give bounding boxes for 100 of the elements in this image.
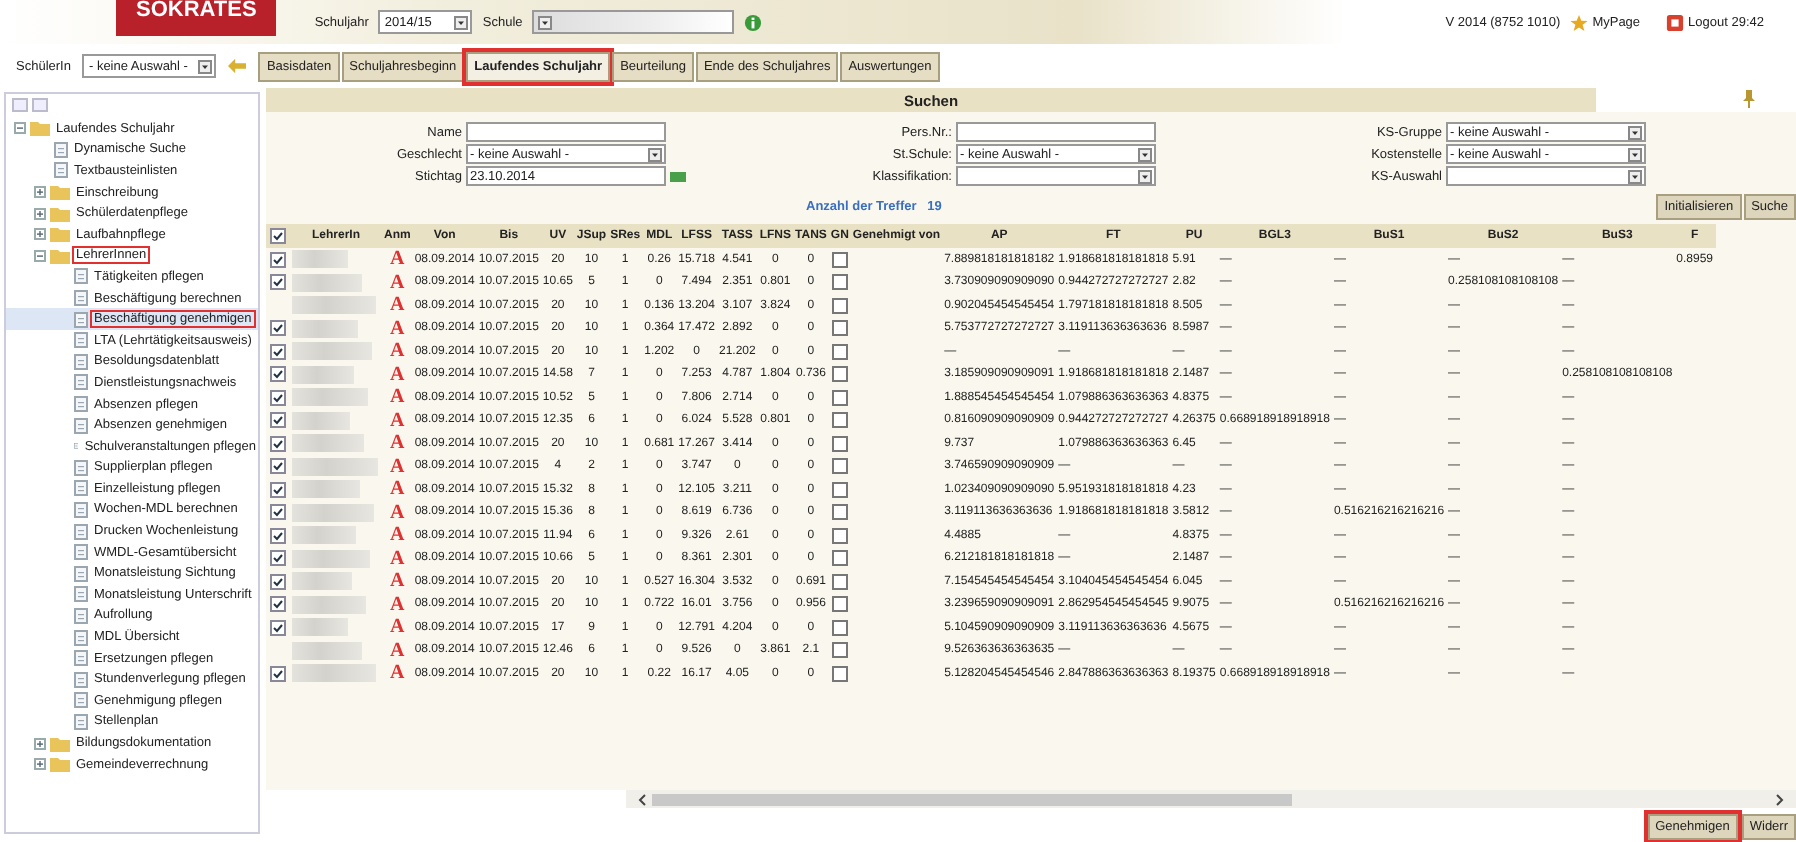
annotation-icon[interactable]: A (390, 317, 405, 340)
annotation-icon[interactable]: A (390, 455, 405, 478)
annotation-icon[interactable]: A (390, 248, 405, 271)
select-all-checkbox[interactable] (270, 228, 286, 244)
gn-checkbox[interactable] (831, 412, 848, 429)
blurred-name (292, 342, 372, 361)
chevron-down-icon[interactable] (1628, 169, 1642, 183)
gn-checkbox[interactable] (831, 527, 848, 544)
row-checkbox[interactable] (270, 435, 286, 452)
gn-checkbox[interactable] (831, 596, 848, 613)
document-icon (74, 353, 88, 370)
document-icon (74, 565, 88, 582)
row-checkbox[interactable] (270, 458, 286, 475)
info-icon[interactable] (744, 13, 763, 31)
expander-icon[interactable] (34, 249, 46, 262)
gn-checkbox[interactable] (831, 366, 848, 383)
input-field[interactable] (956, 122, 1156, 142)
expander-icon[interactable] (34, 186, 46, 199)
row-checkbox[interactable] (270, 389, 286, 406)
select-field[interactable] (956, 166, 1156, 186)
chevron-down-icon[interactable] (538, 15, 553, 29)
row-checkbox[interactable] (270, 665, 286, 682)
blurred-name (292, 595, 366, 614)
gn-checkbox[interactable] (831, 343, 848, 360)
annotation-icon[interactable]: A (390, 271, 405, 294)
gn-checkbox[interactable] (831, 665, 848, 682)
annotation-icon[interactable]: A (390, 363, 405, 386)
select-field[interactable] (1446, 166, 1646, 186)
annotation-icon[interactable]: A (390, 478, 405, 501)
row-checkbox[interactable] (270, 527, 286, 544)
annotation-icon[interactable]: A (390, 294, 405, 317)
row-checkbox[interactable] (270, 504, 286, 521)
annotation-icon[interactable]: A (390, 409, 405, 432)
annotation-icon[interactable]: A (390, 432, 405, 455)
scrollbar-thumb[interactable] (652, 793, 1292, 805)
document-icon (74, 396, 88, 413)
document-icon (74, 523, 88, 540)
chevron-down-icon[interactable] (198, 59, 213, 73)
gn-checkbox[interactable] (831, 458, 848, 475)
scroll-right-icon[interactable] (1776, 793, 1784, 805)
row-checkbox[interactable] (270, 550, 286, 567)
gn-checkbox[interactable] (831, 274, 848, 291)
expander-icon[interactable] (14, 122, 26, 135)
chevron-down-icon[interactable] (1138, 169, 1152, 183)
blurred-name (292, 526, 356, 545)
gn-checkbox[interactable] (831, 251, 848, 268)
gn-checkbox[interactable] (831, 550, 848, 567)
row-checkbox[interactable] (270, 412, 286, 429)
annotation-icon[interactable]: A (390, 501, 405, 524)
document-icon (74, 607, 88, 624)
annotation-icon[interactable]: A (390, 639, 405, 662)
annotation-icon[interactable]: A (390, 340, 405, 363)
expander-icon[interactable] (34, 228, 46, 241)
chevron-down-icon[interactable] (454, 15, 469, 29)
logout-icon[interactable] (1666, 13, 1685, 31)
gn-checkbox[interactable] (831, 389, 848, 406)
document-icon (74, 311, 88, 328)
input-field[interactable] (466, 122, 666, 142)
annotation-icon[interactable]: A (390, 386, 405, 409)
gn-checkbox[interactable] (831, 619, 848, 636)
annotation-icon[interactable]: A (390, 547, 405, 570)
chevron-down-icon[interactable] (1628, 125, 1642, 139)
row-checkbox[interactable] (270, 251, 286, 268)
gn-checkbox[interactable] (831, 320, 848, 337)
row-checkbox[interactable] (270, 274, 286, 291)
annotation-icon[interactable]: A (390, 593, 405, 616)
blurred-name (292, 388, 368, 407)
row-checkbox[interactable] (270, 366, 286, 383)
scroll-left-icon[interactable] (638, 793, 646, 805)
calendar-icon[interactable] (670, 171, 686, 181)
pin-icon[interactable] (1742, 90, 1756, 108)
row-checkbox[interactable] (270, 596, 286, 613)
expander-icon[interactable] (34, 737, 46, 750)
document-icon (74, 374, 88, 391)
annotation-icon[interactable]: A (390, 662, 405, 685)
gn-checkbox[interactable] (831, 504, 848, 521)
gn-checkbox[interactable] (831, 435, 848, 452)
horizontal-scrollbar[interactable] (626, 790, 1796, 808)
document-icon (54, 162, 68, 179)
annotation-icon[interactable]: A (390, 570, 405, 593)
chevron-down-icon[interactable] (648, 147, 662, 161)
blurred-name (292, 434, 364, 453)
row-checkbox[interactable] (270, 343, 286, 360)
gn-checkbox[interactable] (831, 642, 848, 659)
expander-icon[interactable] (34, 207, 46, 220)
annotation-icon[interactable]: A (390, 616, 405, 639)
blurred-name (292, 296, 376, 315)
row-checkbox[interactable] (270, 573, 286, 590)
annotation-icon[interactable]: A (390, 524, 405, 547)
blurred-name (292, 572, 352, 591)
logo: SOKRATES (116, 0, 277, 36)
row-checkbox[interactable] (270, 320, 286, 337)
chevron-down-icon[interactable] (1138, 147, 1152, 161)
gn-checkbox[interactable] (831, 297, 848, 314)
row-checkbox[interactable] (270, 481, 286, 498)
gn-checkbox[interactable] (831, 481, 848, 498)
gn-checkbox[interactable] (831, 573, 848, 590)
row-checkbox[interactable] (270, 619, 286, 636)
expander-icon[interactable] (34, 758, 46, 771)
chevron-down-icon[interactable] (1628, 147, 1642, 161)
